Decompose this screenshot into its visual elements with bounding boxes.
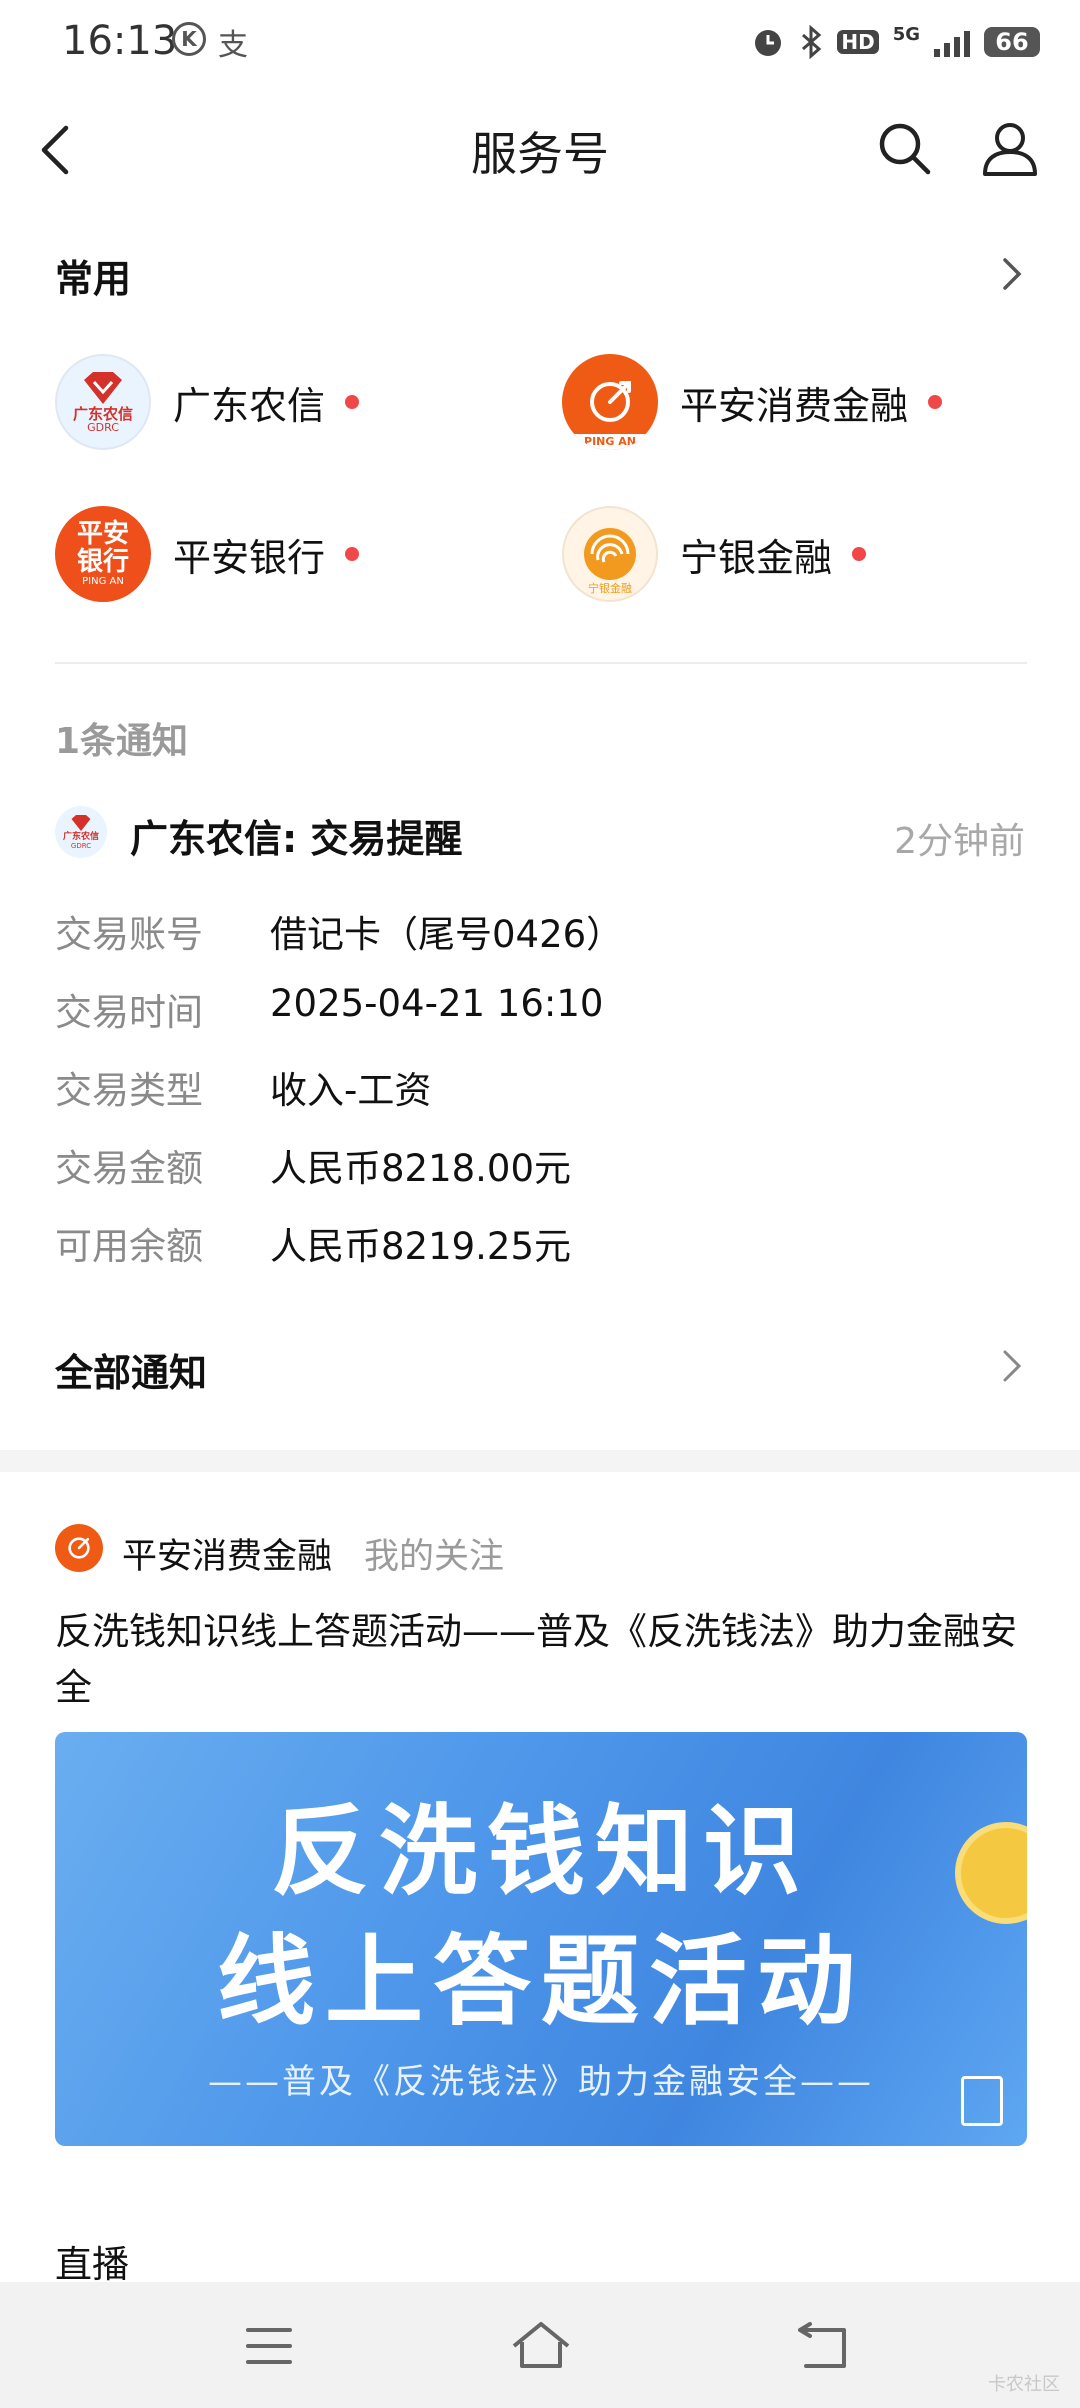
k-icon: K — [172, 22, 206, 56]
logo-text: 宁银金融 — [588, 582, 632, 595]
live-section-label: 直播 — [55, 2243, 129, 2286]
notification-time: 2分钟前 — [894, 821, 1025, 862]
service-name: 宁银金融 — [680, 535, 833, 580]
activity-banner[interactable]: 反洗钱知识 线上答题活动 ——普及《反洗钱法》助力金融安全—— — [55, 1732, 1027, 2146]
row-label-amount: 交易金额 — [55, 1147, 203, 1190]
banner-line-2: 线上答题活动 — [216, 1925, 865, 2039]
status-indicators: HD 5G 66 — [751, 22, 1040, 62]
back-nav-icon[interactable] — [796, 2322, 850, 2370]
unread-dot — [345, 547, 360, 561]
battery-icon: 66 — [984, 27, 1040, 57]
chevron-right-icon[interactable] — [1000, 1346, 1024, 1386]
feed-source[interactable]: 平安消费金融 — [122, 1528, 332, 1579]
row-label-account: 交易账号 — [55, 913, 203, 956]
common-heading: 常用 — [55, 257, 132, 301]
diamond-icon — [71, 815, 91, 831]
swirl-icon — [584, 528, 636, 580]
pingan-bank-logo-icon: 平安 银行 PING AN — [55, 506, 151, 602]
row-value-time: 2025-04-21 16:10 — [270, 982, 604, 1025]
logo-text: 平安 — [76, 519, 129, 549]
notification-count: 1条通知 — [55, 721, 189, 762]
signal-icon — [934, 27, 970, 57]
service-pingan-bank[interactable]: 平安 银行 PING AN 平安银行 — [55, 504, 360, 604]
user-icon[interactable] — [980, 118, 1040, 178]
all-notifications-link[interactable]: 全部通知 — [55, 1342, 207, 1397]
row-label-time: 交易时间 — [55, 991, 203, 1034]
diamond-icon — [84, 372, 122, 404]
banner-line-1: 反洗钱知识 — [270, 1795, 811, 1909]
logo-text-2: 银行 — [76, 547, 129, 577]
alipay-icon: 支 — [218, 28, 248, 63]
row-value-amount: 人民币8218.00元 — [270, 1147, 572, 1190]
ningyin-logo-icon: 宁银金融 — [562, 506, 658, 602]
logo-text: 广东农信 — [62, 832, 99, 842]
home-icon[interactable] — [510, 2320, 572, 2370]
row-value-account: 借记卡（尾号0426） — [270, 913, 624, 956]
network-type: 5G — [892, 23, 920, 45]
unread-dot — [345, 395, 360, 409]
leaf-icon — [68, 1537, 90, 1559]
feed-headline[interactable]: 反洗钱知识线上答题活动——普及《反洗钱法》助力金融安全 — [55, 1604, 1030, 1716]
row-label-type: 交易类型 — [55, 1069, 203, 1112]
service-name: 广东农信 — [173, 383, 326, 428]
row-value-type: 收入-工资 — [270, 1069, 432, 1112]
menu-icon[interactable] — [246, 2326, 292, 2366]
section-divider — [55, 662, 1027, 664]
banner-line-3: ——普及《反洗钱法》助力金融安全—— — [208, 2062, 874, 2102]
search-icon[interactable] — [876, 120, 932, 176]
status-time: 16:13 — [62, 18, 178, 64]
leaf-icon — [590, 381, 631, 422]
gdrc-logo-icon: 广东农信 GDRC — [55, 354, 151, 450]
section-separator — [0, 1450, 1080, 1472]
row-value-balance: 人民币8219.25元 — [270, 1225, 572, 1268]
service-name: 平安银行 — [173, 535, 326, 580]
unread-dot — [852, 547, 867, 561]
logo-text: PING AN — [562, 434, 658, 450]
row-label-balance: 可用余额 — [55, 1225, 203, 1268]
logo-subtext: GDRC — [70, 842, 92, 850]
logo-text: 广东农信 — [72, 405, 133, 423]
pingan-consumer-small-logo-icon — [55, 1524, 103, 1572]
pingan-consumer-logo-icon: PING AN — [562, 354, 658, 450]
service-name: 平安消费金融 — [680, 383, 909, 428]
service-gdrc[interactable]: 广东农信 GDRC 广东农信 — [55, 352, 360, 452]
unread-dot — [928, 395, 943, 409]
watermark-text: 卡农社区 — [988, 2374, 1060, 2395]
bluetooth-icon — [802, 25, 822, 59]
notification-title[interactable]: 广东农信: 交易提醒 — [130, 808, 462, 863]
system-nav-bar — [0, 2282, 1080, 2408]
logo-subtext: GDRC — [87, 421, 119, 434]
logo-subtext: PING AN — [82, 576, 124, 587]
alarm-icon — [755, 30, 782, 56]
follow-tag: 我的关注 — [364, 1537, 505, 1577]
gdrc-small-logo-icon: 广东农信 GDRC — [55, 806, 107, 858]
chevron-right-icon[interactable] — [1000, 254, 1024, 294]
hd-icon: HD — [837, 30, 879, 54]
document-icon — [961, 2076, 1003, 2126]
service-ningyin[interactable]: 宁银金融 宁银金融 — [562, 504, 867, 604]
service-pingan-consumer[interactable]: PING AN 平安消费金融 — [562, 352, 943, 452]
